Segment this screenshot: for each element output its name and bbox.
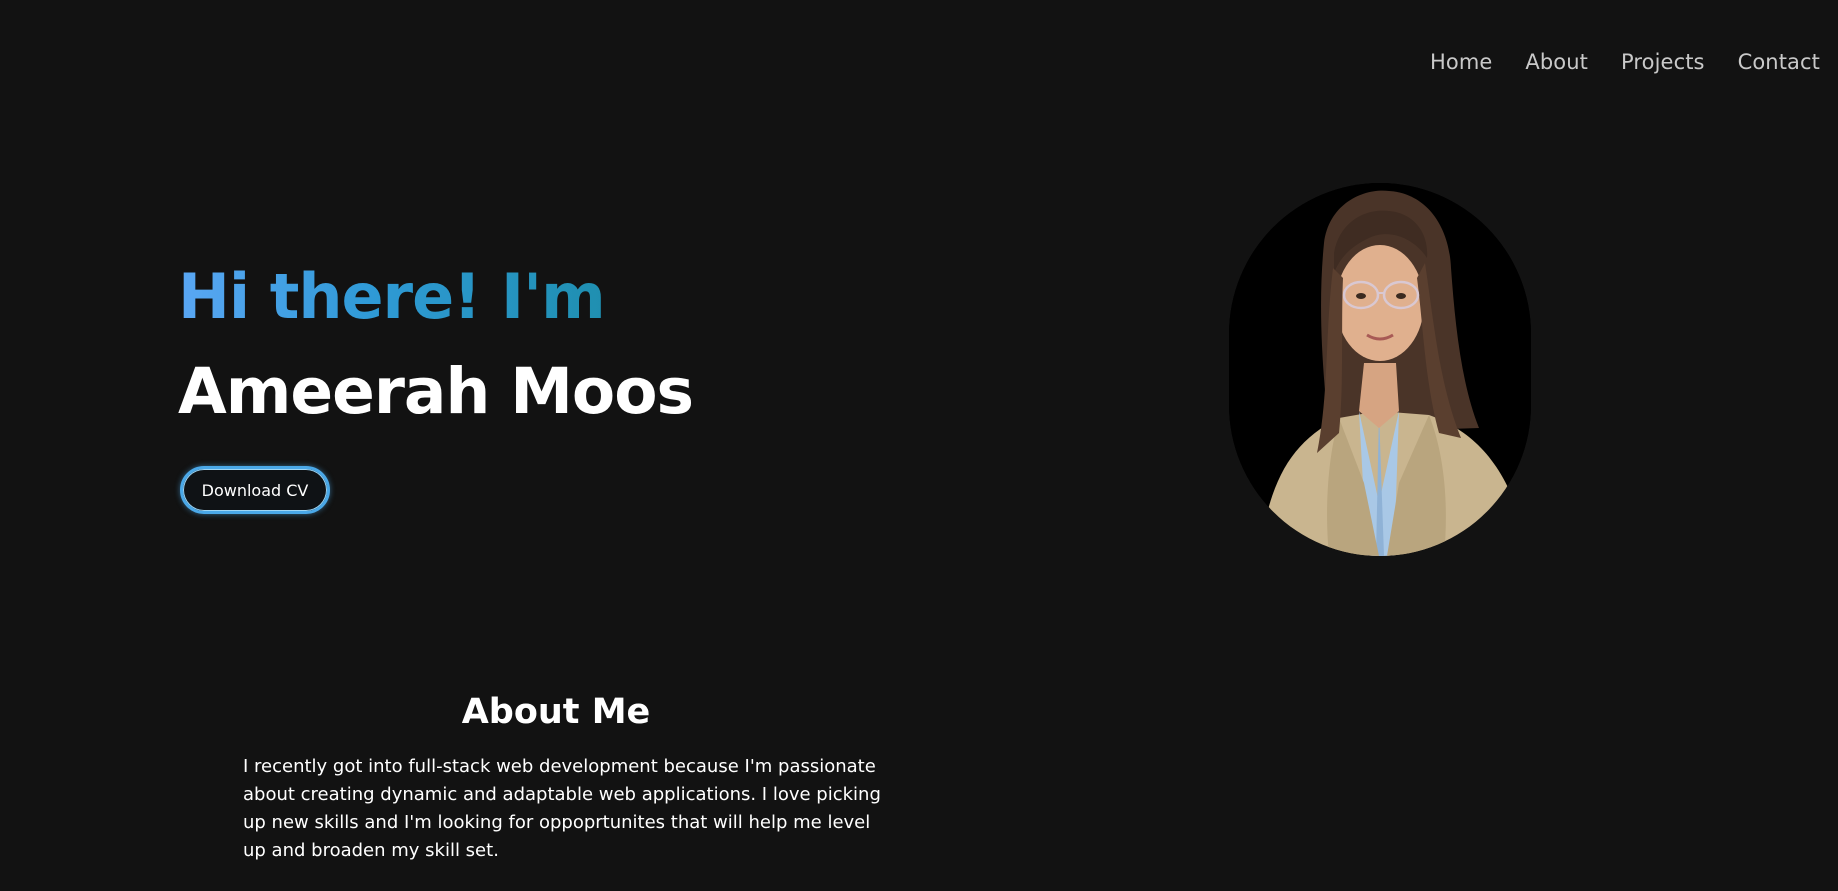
nav-link-projects[interactable]: Projects — [1621, 50, 1705, 74]
hero-greeting: Hi there! I'm — [178, 260, 606, 333]
portrait-illustration — [1229, 183, 1531, 556]
about-title: About Me — [461, 692, 651, 732]
nav-link-home[interactable]: Home — [1430, 50, 1492, 74]
page: Home About Projects Contact Hi there! I'… — [0, 0, 1838, 891]
hero-name: Ameerah Moos — [178, 355, 694, 428]
about-text: I recently got into full-stack web devel… — [243, 756, 881, 861]
top-nav: Home About Projects Contact — [1430, 50, 1820, 74]
nav-link-contact[interactable]: Contact — [1738, 50, 1820, 74]
nav-link-about[interactable]: About — [1525, 50, 1588, 74]
download-cv-button[interactable]: Download CV — [180, 466, 330, 514]
profile-photo — [1229, 183, 1531, 556]
